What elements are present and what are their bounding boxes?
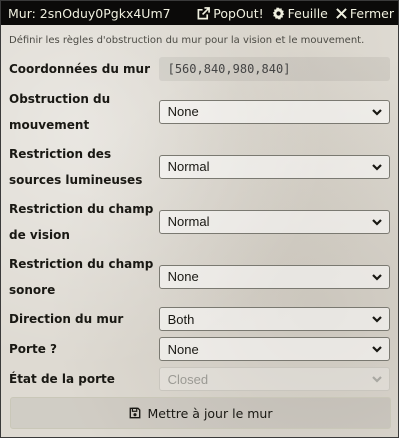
sound-select[interactable]: None — [158, 264, 390, 289]
door-row: Porte ? None — [9, 334, 390, 364]
chevron-down-icon — [372, 108, 382, 116]
chevron-down-icon — [372, 346, 382, 353]
door-label: Porte ? — [9, 342, 57, 356]
popout-label: PopOut! — [213, 5, 264, 21]
door-state-label: État de la porte — [9, 372, 115, 386]
movement-label: Obstruction du mouvement — [9, 91, 111, 132]
close-button[interactable]: Fermer — [336, 6, 394, 21]
light-label: Restriction des sources lumineuses — [9, 146, 143, 187]
form-notes: Définir les règles d'obstruction du mur … — [9, 35, 365, 46]
window-title: Mur: 2snOduy0Pgkx4Um7 — [8, 5, 171, 21]
close-icon — [336, 7, 347, 19]
sheet-button[interactable]: Feuille — [272, 6, 328, 21]
sight-label: Restriction du champ de vision — [9, 201, 154, 242]
movement-row: Obstruction du mouvement None — [9, 84, 390, 139]
sheet-label: Feuille — [287, 5, 328, 21]
door-state-select: Closed — [158, 367, 390, 391]
direction-row: Direction du mur Both — [9, 304, 390, 334]
chevron-down-icon — [372, 273, 382, 281]
close-label: Fermer — [349, 5, 394, 21]
update-wall-button[interactable]: Mettre à jour le mur — [10, 397, 391, 429]
movement-select[interactable]: None — [158, 99, 390, 124]
sound-row: Restriction du champ sonore None — [9, 249, 390, 304]
coords-row: Coordonnées du mur [560,840,980,840] — [9, 54, 390, 84]
door-state-row: État de la porte Closed — [9, 364, 390, 394]
coords-label: Coordonnées du mur — [9, 62, 151, 76]
coords-field: [560,840,980,840] — [158, 57, 390, 81]
sight-select[interactable]: Normal — [158, 209, 390, 234]
update-wall-label: Mettre à jour le mur — [147, 405, 273, 421]
direction-select[interactable]: Both — [158, 307, 390, 331]
external-link-icon — [197, 6, 211, 19]
wall-config-window: Mur: 2snOduy0Pgkx4Um7 PopOut! Feuille Fe… — [0, 0, 399, 438]
light-row: Restriction des sources lumineuses Norma… — [9, 139, 390, 194]
chevron-down-icon — [372, 316, 382, 323]
sound-label: Restriction du champ sonore — [9, 256, 154, 297]
direction-label: Direction du mur — [9, 312, 124, 326]
chevron-down-icon — [372, 376, 382, 383]
light-select[interactable]: Normal — [158, 154, 390, 179]
wall-form: Définir les règles d'obstruction du mur … — [1, 25, 398, 394]
chevron-down-icon — [372, 218, 382, 226]
popout-button[interactable]: PopOut! — [197, 5, 264, 21]
save-icon — [129, 407, 140, 419]
door-select[interactable]: None — [158, 337, 390, 361]
window-header[interactable]: Mur: 2snOduy0Pgkx4Um7 PopOut! Feuille Fe… — [1, 1, 398, 25]
chevron-down-icon — [372, 163, 382, 171]
sight-row: Restriction du champ de vision Normal — [9, 194, 390, 249]
gear-icon — [272, 6, 284, 20]
